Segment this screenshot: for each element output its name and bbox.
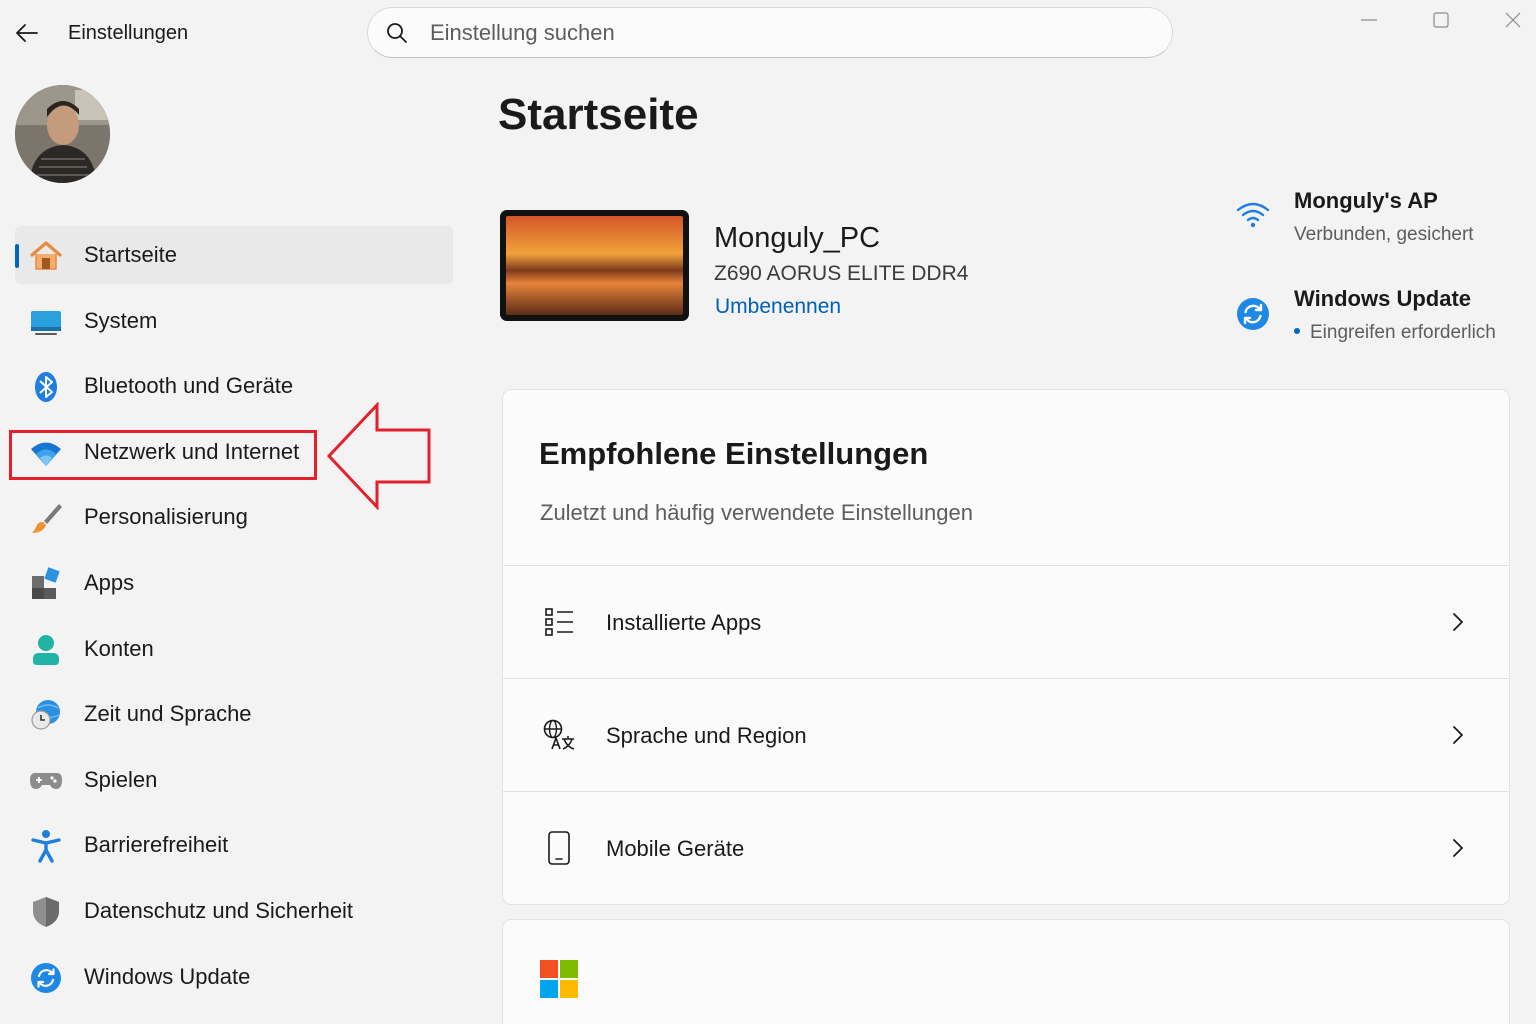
- app-title: Einstellungen: [68, 22, 189, 44]
- account-icon: [29, 633, 63, 667]
- accessibility-icon: [29, 829, 63, 864]
- sidebar-item-label: Bluetooth und Geräte: [84, 373, 294, 399]
- sidebar-item-accessibility[interactable]: Barrierefreiheit: [15, 816, 453, 874]
- windows-update-status: Eingreifen erforderlich: [1294, 322, 1496, 344]
- bluetooth-icon: [29, 370, 63, 404]
- sidebar-item-label: Windows Update: [84, 963, 251, 989]
- back-arrow-icon: [16, 24, 38, 42]
- system-monitor-icon: [29, 305, 63, 339]
- language-icon: [541, 717, 577, 753]
- apps-icon: [29, 567, 63, 601]
- device-thumbnail: [500, 210, 689, 321]
- sidebar-item-windows-update[interactable]: Windows Update: [15, 948, 453, 1006]
- rename-link[interactable]: Umbenennen: [715, 295, 841, 319]
- sidebar-item-label: Spielen: [84, 766, 158, 792]
- card-header: Empfohlene Einstellungen Zuletzt und häu…: [503, 390, 1509, 566]
- network-status: Verbunden, gesichert: [1294, 224, 1474, 245]
- sidebar-item-label: Startseite: [84, 242, 177, 267]
- row-label: Mobile Geräte: [606, 836, 745, 861]
- wallpaper-preview: [506, 216, 683, 315]
- microsoft-logo: [540, 960, 578, 998]
- sidebar-item-label: Konten: [84, 635, 154, 661]
- sidebar-item-accounts[interactable]: Konten: [15, 620, 453, 678]
- sidebar-item-label: Personalisierung: [84, 504, 248, 530]
- sidebar-item-label: Datenschutz und Sicherheit: [84, 897, 354, 923]
- close-icon: [1505, 12, 1521, 28]
- chevron-right-icon: [1448, 723, 1468, 747]
- search-box[interactable]: [367, 7, 1173, 58]
- windows-update-status-icon: [1235, 296, 1271, 332]
- windows-update-status-text: Eingreifen erforderlich: [1310, 322, 1496, 343]
- sidebar-item-system[interactable]: System: [15, 292, 453, 350]
- annotation-highlight-box: [9, 430, 317, 480]
- sidebar-item-label: Barrierefreiheit: [84, 832, 229, 858]
- avatar[interactable]: [15, 85, 110, 183]
- page-title: Startseite: [498, 90, 699, 139]
- chevron-right-icon: [1448, 836, 1468, 860]
- sidebar-item-gaming[interactable]: Spielen: [15, 751, 453, 809]
- wifi-status-icon: [1235, 197, 1271, 233]
- card-title: Empfohlene Einstellungen: [539, 436, 929, 471]
- home-icon: [29, 239, 63, 273]
- sidebar-item-time-language[interactable]: Zeit und Sprache: [15, 685, 453, 743]
- search-icon: [387, 22, 407, 43]
- sidebar-item-label: System: [84, 307, 158, 333]
- maximize-icon: [1433, 12, 1449, 28]
- brush-icon: [29, 501, 63, 535]
- maximize-button[interactable]: [1416, 4, 1466, 36]
- network-name[interactable]: Monguly's AP: [1294, 188, 1438, 214]
- device-name: Monguly_PC: [714, 222, 881, 254]
- close-button[interactable]: [1488, 4, 1536, 36]
- microsoft-card: [502, 919, 1510, 1024]
- device-model: Z690 AORUS ELITE DDR4: [714, 262, 969, 285]
- recommended-settings-card: Empfohlene Einstellungen Zuletzt und häu…: [502, 389, 1510, 905]
- sidebar-item-privacy[interactable]: Datenschutz und Sicherheit: [15, 882, 453, 940]
- minimize-icon: [1361, 19, 1377, 21]
- search-input[interactable]: [430, 19, 1130, 46]
- annotation-arrow: [326, 402, 431, 510]
- recommended-row-language-region[interactable]: Sprache und Region: [503, 679, 1509, 792]
- chevron-right-icon: [1448, 610, 1468, 634]
- recommended-row-mobile-devices[interactable]: Mobile Geräte: [503, 792, 1509, 904]
- avatar-photo: [15, 85, 110, 183]
- shield-icon: [29, 895, 63, 929]
- back-button[interactable]: [10, 16, 44, 50]
- phone-icon: [541, 830, 577, 866]
- update-icon: [29, 961, 63, 995]
- sidebar-item-apps[interactable]: Apps: [15, 554, 453, 612]
- card-subtitle: Zuletzt und häufig verwendete Einstellun…: [540, 500, 973, 525]
- windows-update-title[interactable]: Windows Update: [1294, 286, 1471, 312]
- sidebar-item-label: Zeit und Sprache: [84, 701, 252, 727]
- list-icon: [541, 604, 577, 640]
- sidebar-nav: Startseite System Bluetooth und Geräte N…: [15, 226, 453, 1013]
- sidebar-item-label: Apps: [84, 569, 135, 595]
- recommended-row-installed-apps[interactable]: Installierte Apps: [503, 566, 1509, 679]
- gamepad-icon: [29, 764, 63, 798]
- globe-clock-icon: [29, 698, 63, 732]
- sidebar-item-startseite[interactable]: Startseite: [15, 226, 453, 284]
- minimize-button[interactable]: [1344, 4, 1394, 36]
- row-label: Installierte Apps: [606, 610, 762, 635]
- status-dot: [1294, 327, 1300, 334]
- row-label: Sprache und Region: [606, 723, 807, 748]
